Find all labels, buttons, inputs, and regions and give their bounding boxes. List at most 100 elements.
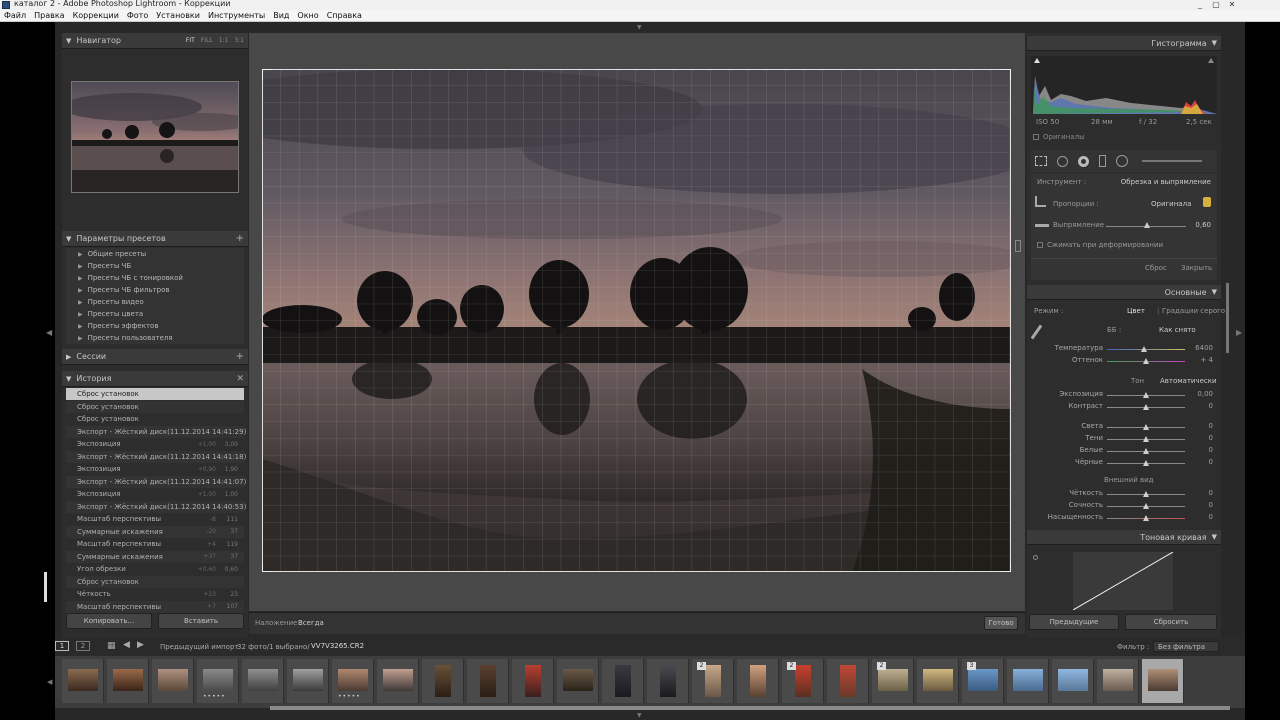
history-item[interactable]: Экспозиция +1,00 3,00 [66, 438, 244, 450]
filmstrip-thumbnail[interactable] [1052, 659, 1094, 703]
highlights-value[interactable]: 0 [1209, 422, 1213, 430]
menu-develop[interactable]: Коррекции [69, 11, 123, 20]
spot-removal-icon[interactable] [1057, 155, 1068, 167]
stack-count-badge[interactable]: 3 [967, 662, 976, 670]
menu-tools[interactable]: Инструменты [204, 11, 269, 20]
shadow-clipping-icon[interactable] [1034, 58, 1040, 63]
source-label[interactable]: Предыдущий импорт [160, 643, 239, 651]
filmstrip-thumbnail[interactable]: ••••• [332, 659, 374, 703]
history-item[interactable]: Экспорт - Жёсткий диск(11.12.2014 14:41:… [66, 425, 246, 438]
preset-folder[interactable]: ▶ Пресеты ЧБ [66, 260, 244, 272]
filmstrip-thumbnail[interactable] [107, 659, 149, 703]
preset-folder[interactable]: ▶ Пресеты ЧБ фильтров [66, 284, 244, 296]
filter-select[interactable]: Без фильтра [1153, 641, 1219, 652]
filmstrip-thumbnail[interactable] [62, 659, 104, 703]
blacks-slider-knob[interactable] [1143, 460, 1149, 466]
tone-curve-header[interactable]: Тоновая кривая ▼ [1027, 530, 1221, 545]
zoom-fit[interactable]: FIT [186, 37, 195, 44]
filmstrip-thumbnail[interactable] [557, 659, 599, 703]
filmstrip-thumbnail[interactable] [647, 659, 689, 703]
filmstrip-thumbnail[interactable]: 3 [962, 659, 1004, 703]
aspect-select[interactable]: Оригинала [1151, 200, 1191, 208]
clarity-slider-knob[interactable] [1143, 491, 1149, 497]
history-item[interactable]: Суммарные искажения -20 37 [66, 525, 244, 538]
filmstrip-thumbnail[interactable] [512, 659, 554, 703]
filmstrip-scrollbar[interactable] [270, 706, 1230, 710]
star-rating[interactable]: ••••• [203, 693, 226, 700]
history-item[interactable]: Экспорт - Жёсткий диск(11.12.2014 14:40:… [66, 500, 246, 513]
preset-folder[interactable]: ▶ Пресеты ЧБ с тонировкой [66, 272, 244, 284]
preset-folder[interactable]: ▶ Пресеты эффектов [66, 320, 244, 332]
menu-view[interactable]: Вид [269, 11, 293, 20]
filmstrip-thumbnail[interactable] [602, 659, 644, 703]
straighten-value[interactable]: 0,60 [1195, 221, 1211, 229]
constrain-warp-checkbox[interactable] [1037, 242, 1043, 248]
filmstrip-thumbnail[interactable] [422, 659, 464, 703]
saturation-value[interactable]: 0 [1209, 513, 1213, 521]
saturation-slider-knob[interactable] [1143, 515, 1149, 521]
filmstrip-thumbnail[interactable] [1097, 659, 1139, 703]
left-panel-toggle-icon[interactable]: ◀ [46, 328, 52, 337]
stack-count-badge[interactable]: 2 [787, 662, 796, 670]
star-rating[interactable]: ••••• [338, 693, 361, 700]
filmstrip-thumbnail[interactable]: 2 [872, 659, 914, 703]
history-item[interactable]: Сброс установок [66, 388, 244, 400]
contrast-value[interactable]: 0 [1209, 402, 1213, 410]
straighten-slider-knob[interactable] [1144, 222, 1150, 228]
vibrance-value[interactable]: 0 [1209, 501, 1213, 509]
history-item[interactable]: Масштаб перспективы -8 111 [66, 513, 244, 525]
menu-help[interactable]: Справка [323, 11, 366, 20]
menu-photo[interactable]: Фото [123, 11, 152, 20]
clarity-value[interactable]: 0 [1209, 489, 1213, 497]
exposure-slider-knob[interactable] [1143, 392, 1149, 398]
shadows-value[interactable]: 0 [1209, 434, 1213, 442]
clear-history-icon[interactable]: ✕ [236, 374, 244, 384]
crop-handle-icon[interactable] [1015, 240, 1021, 252]
stack-count-badge[interactable]: 2 [877, 662, 886, 670]
left-edge-scrollbar[interactable] [44, 572, 47, 602]
history-item[interactable]: Экспозиция +1,00 1,00 [66, 488, 244, 500]
lock-icon[interactable] [1203, 197, 1211, 207]
tone-curve-graph[interactable] [1072, 551, 1174, 611]
history-item[interactable]: Масштаб перспективы +7 107 [66, 600, 244, 613]
temp-value[interactable]: 6400 [1195, 344, 1213, 352]
history-item[interactable]: Чёткость +23 23 [66, 588, 244, 600]
filmstrip-thumbnail[interactable]: 2 [782, 659, 824, 703]
current-filename[interactable]: VV7V3265.CR2 [311, 642, 364, 650]
paste-settings-button[interactable]: Вставить [158, 613, 244, 629]
history-item[interactable]: Угол обрезки +0,60 0,60 [66, 563, 244, 575]
filmstrip-thumbnail[interactable] [287, 659, 329, 703]
filmstrip-thumbnail[interactable] [737, 659, 779, 703]
filmstrip-thumbnail[interactable] [242, 659, 284, 703]
crop-reset-button[interactable]: Сброс [1145, 264, 1167, 272]
brush-slider[interactable] [1142, 160, 1202, 162]
copy-settings-button[interactable]: Копировать... [66, 613, 152, 629]
screen-1-button[interactable]: 1 [55, 641, 69, 651]
filmstrip-thumbnail[interactable] [1142, 659, 1184, 703]
overlay-select[interactable]: Всегда [298, 619, 324, 627]
menu-file[interactable]: Файл [0, 11, 30, 20]
filmstrip-thumbnail[interactable] [917, 659, 959, 703]
history-item[interactable]: Сброс установок [66, 400, 244, 413]
preset-folder[interactable]: ▶ Пресеты видео [66, 296, 244, 308]
crop-close-button[interactable]: Закрыть [1181, 264, 1212, 272]
zoom-3-1[interactable]: 3:1 [234, 37, 244, 44]
filmstrip-thumbnail[interactable] [1007, 659, 1049, 703]
zoom-1-1[interactable]: 1:1 [219, 37, 229, 44]
filmstrip-thumbnail[interactable]: ••••• [197, 659, 239, 703]
whites-value[interactable]: 0 [1209, 446, 1213, 454]
shadows-slider-knob[interactable] [1143, 436, 1149, 442]
radial-filter-icon[interactable] [1116, 155, 1128, 167]
forward-arrow-icon[interactable]: ▶ [137, 640, 144, 650]
main-photo-crop-area[interactable] [182, 68, 1042, 573]
contrast-slider-knob[interactable] [1143, 404, 1149, 410]
treatment-grayscale-option[interactable]: Градации серого [1162, 307, 1225, 315]
crop-frame-icon[interactable] [1035, 196, 1046, 207]
menu-window[interactable]: Окно [293, 11, 322, 20]
right-panel-toggle-icon[interactable]: ▶ [1236, 328, 1242, 337]
filmstrip-thumbnail[interactable] [467, 659, 509, 703]
presets-header[interactable]: ▼ Параметры пресетов + [62, 231, 248, 247]
add-preset-icon[interactable]: + [236, 233, 244, 244]
highlight-clipping-icon[interactable] [1208, 58, 1214, 63]
navigator-header[interactable]: ▼ Навигатор FIT FILL 1:1 3:1 [62, 33, 248, 49]
